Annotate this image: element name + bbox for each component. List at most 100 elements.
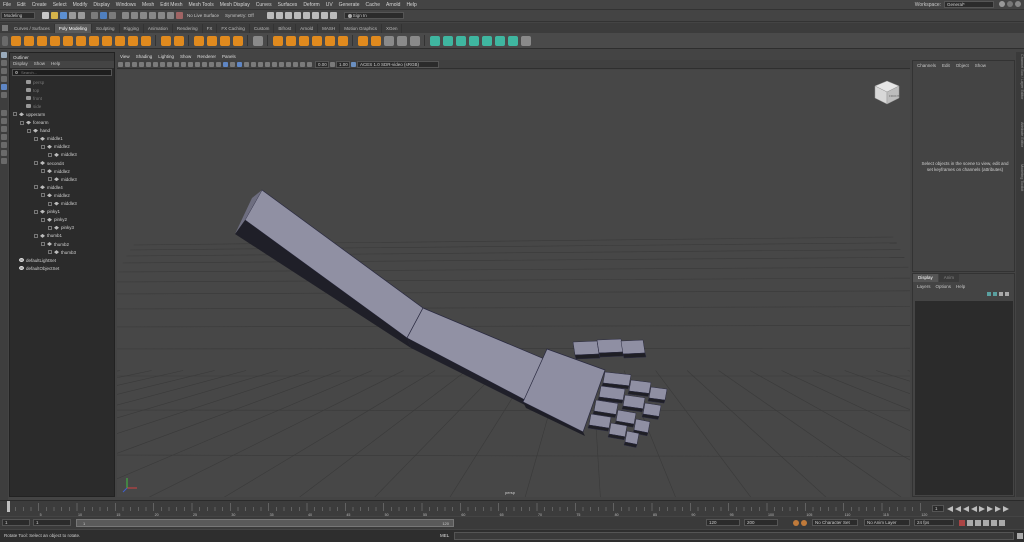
anti-aliasing-icon[interactable]	[272, 61, 277, 67]
layer-menu-help[interactable]: Help	[956, 284, 965, 289]
select-by-component-icon[interactable]	[109, 12, 116, 19]
gamma-field[interactable]: 1.00	[336, 60, 350, 68]
outliner-node-hand[interactable]: hand	[27, 127, 50, 135]
render-frame-icon[interactable]	[275, 12, 283, 19]
menu-edit-mesh[interactable]: Edit Mesh	[160, 2, 182, 8]
magnet-icon[interactable]	[176, 12, 183, 19]
gamma-icon[interactable]	[330, 61, 335, 67]
workspace-selector[interactable]: Workspace: General*	[915, 1, 994, 8]
outliner-node-middle3[interactable]: middle3	[48, 151, 77, 159]
quad-draw-icon[interactable]	[409, 35, 420, 46]
thumb-mesh[interactable]	[572, 338, 647, 360]
expand-toggle-icon[interactable]	[41, 217, 45, 222]
connect-icon[interactable]	[337, 35, 348, 46]
shelf-tab-curves-surfaces[interactable]: Curves / Surfaces	[10, 23, 55, 33]
shelf-tab-poly-modeling[interactable]: Poly Modeling	[54, 23, 93, 33]
play-forwards-icon[interactable]	[979, 506, 985, 512]
expand-toggle-icon[interactable]	[41, 242, 45, 246]
poly-sphere-icon[interactable]	[10, 35, 21, 46]
two-d-pan-icon[interactable]	[153, 61, 158, 67]
shelf-tab-fx-caching[interactable]: FX Caching	[217, 23, 250, 33]
resolution-gate-icon[interactable]	[181, 61, 186, 67]
fps-dropdown[interactable]: 24 fps	[914, 519, 954, 526]
expand-toggle-icon[interactable]	[34, 209, 38, 214]
hypershade-icon[interactable]	[302, 12, 310, 19]
spherical-uv-icon[interactable]	[455, 35, 466, 46]
help-icon[interactable]	[1007, 1, 1013, 7]
outliner-node-middle2[interactable]: middle2	[41, 191, 70, 199]
arm-mesh[interactable]	[235, 189, 668, 448]
move-layer-down-icon[interactable]	[993, 292, 997, 296]
shelf-tab-sculpting[interactable]: Sculpting	[92, 23, 120, 33]
upperarm-mesh[interactable]	[244, 189, 424, 339]
arnold-render-icon[interactable]	[320, 12, 328, 19]
two-pane-layout-icon[interactable]	[1, 126, 7, 132]
expand-toggle-icon[interactable]	[48, 250, 52, 255]
shelf-tab-mash[interactable]: MASH	[318, 23, 341, 33]
step-forward-key-icon[interactable]	[995, 506, 1001, 512]
script-editor-icon[interactable]	[1017, 533, 1023, 539]
outliner-menu-display[interactable]: Display	[13, 61, 28, 68]
type-tool-icon[interactable]	[219, 35, 230, 46]
camera-attributes-icon[interactable]	[132, 61, 137, 67]
smooth-shade-icon[interactable]	[223, 61, 228, 67]
use-all-lights-icon[interactable]	[244, 61, 249, 67]
shelf-tab-fx[interactable]: FX	[203, 23, 218, 33]
viewport-menu-show[interactable]: Show	[180, 54, 191, 59]
shelf-tab-custom[interactable]: Custom	[250, 23, 275, 33]
go-to-start-icon[interactable]	[947, 506, 953, 512]
grease-pencil-icon[interactable]	[160, 61, 165, 67]
combine-icon[interactable]	[160, 35, 171, 46]
xray-icon[interactable]	[293, 61, 298, 67]
animation-prefs-icon[interactable]	[983, 520, 989, 526]
layer-menu-options[interactable]: Options	[936, 284, 952, 289]
paint-select-tool-icon[interactable]	[1, 68, 7, 74]
outliner-search-input[interactable]: Search...	[12, 69, 112, 76]
expand-toggle-icon[interactable]	[34, 233, 38, 238]
render-view-icon[interactable]	[311, 12, 319, 19]
menu-curves[interactable]: Curves	[256, 2, 272, 8]
multi-cut-icon[interactable]	[193, 35, 204, 46]
outliner-node-top[interactable]: top	[20, 86, 39, 94]
symmetry-label[interactable]: Symmetry: Off	[225, 13, 254, 18]
smooth-icon[interactable]	[252, 35, 263, 46]
menu-mesh-tools[interactable]: Mesh Tools	[189, 2, 214, 8]
bookmarks-icon[interactable]	[139, 61, 144, 67]
uv-layout-icon[interactable]	[1, 150, 7, 156]
layer-tab-anim[interactable]: Anim	[938, 274, 960, 282]
outliner-node-side[interactable]: side	[20, 102, 41, 110]
outliner-node-front[interactable]: front	[20, 94, 42, 102]
screen-ambient-icon[interactable]	[258, 61, 263, 67]
textured-icon[interactable]	[237, 61, 242, 67]
film-gate-icon[interactable]	[174, 61, 179, 67]
outliner-node-middle1[interactable]: middle1	[34, 135, 63, 143]
viewport-menu-shading[interactable]: Shading	[136, 54, 153, 59]
time-prefs-icon[interactable]	[991, 520, 997, 526]
layer-tab-display[interactable]: Display	[913, 274, 938, 282]
outliner-node-middle4[interactable]: middle4	[34, 183, 63, 191]
color-management-icon[interactable]	[351, 61, 356, 67]
menu-mesh-display[interactable]: Mesh Display	[220, 2, 250, 8]
move-layer-up-icon[interactable]	[987, 292, 991, 296]
scale-tool-icon[interactable]	[1, 92, 7, 98]
outliner-node-defaultlightset[interactable]: defaultLightSet	[13, 256, 56, 264]
snap-grid-icon[interactable]	[122, 12, 129, 19]
platonic-solid-icon[interactable]	[101, 35, 112, 46]
unfold-uv-icon[interactable]	[494, 35, 505, 46]
step-back-frame-icon[interactable]	[963, 506, 969, 512]
ipr-render-icon[interactable]	[284, 12, 292, 19]
shelf-menu-icon[interactable]	[2, 25, 8, 31]
menu-uv[interactable]: UV	[326, 2, 333, 8]
bevel-icon[interactable]	[298, 35, 309, 46]
viewport-menu-panels[interactable]: Panels	[222, 54, 236, 59]
range-start-field[interactable]: 1	[2, 519, 30, 526]
menu-create[interactable]: Create	[32, 2, 47, 8]
outliner-node-thumb3[interactable]: thumb3	[48, 248, 76, 256]
expand-toggle-icon[interactable]	[41, 144, 45, 149]
channel-menu-edit[interactable]: Edit	[942, 63, 950, 68]
cylindrical-uv-icon[interactable]	[442, 35, 453, 46]
outliner-node-thumb2[interactable]: thumb2	[41, 240, 69, 248]
expand-toggle-icon[interactable]	[27, 128, 31, 133]
sound-icon[interactable]	[975, 520, 981, 526]
outliner-layout-icon[interactable]	[1, 134, 7, 140]
